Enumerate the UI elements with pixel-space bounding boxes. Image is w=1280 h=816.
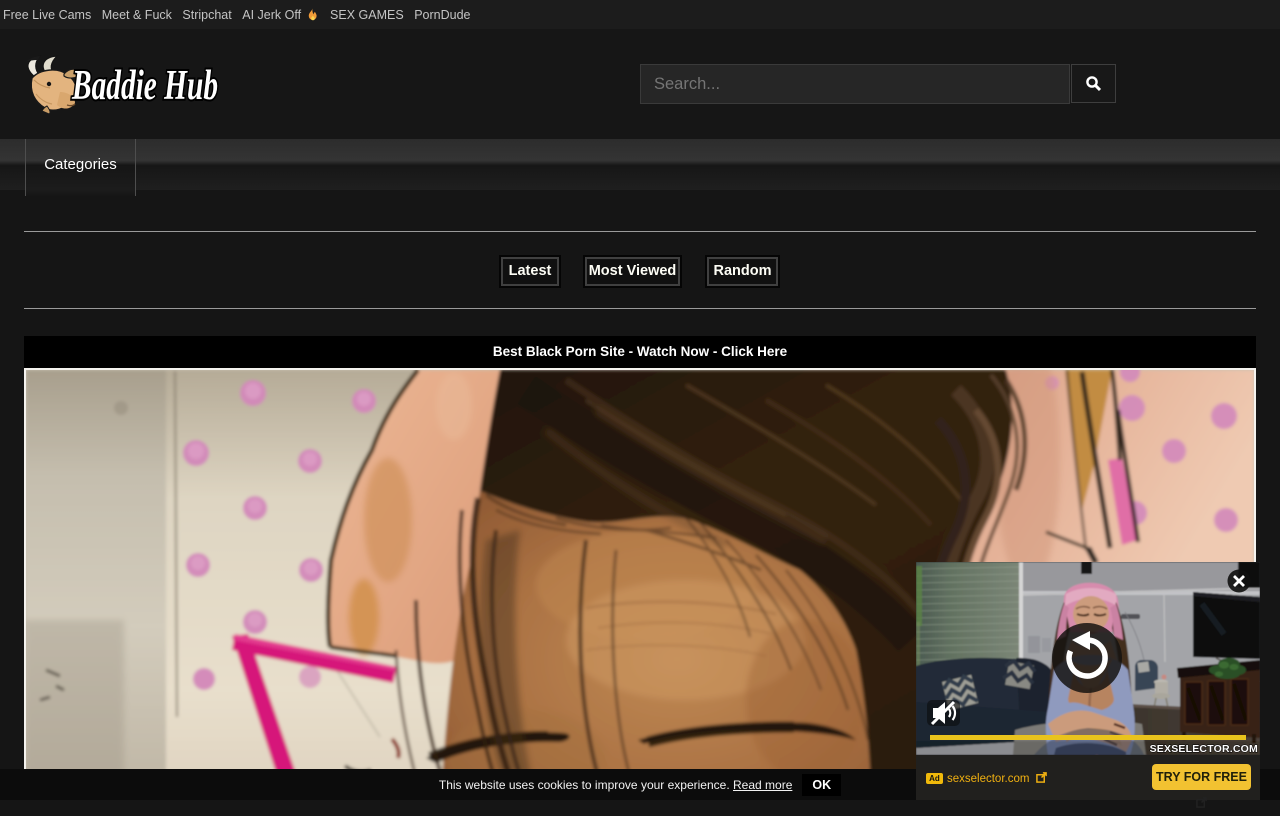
- svg-text:Baddie Hub: Baddie Hub: [71, 63, 218, 109]
- svg-text:SEXSELECTOR.COM: SEXSELECTOR.COM: [1150, 743, 1258, 755]
